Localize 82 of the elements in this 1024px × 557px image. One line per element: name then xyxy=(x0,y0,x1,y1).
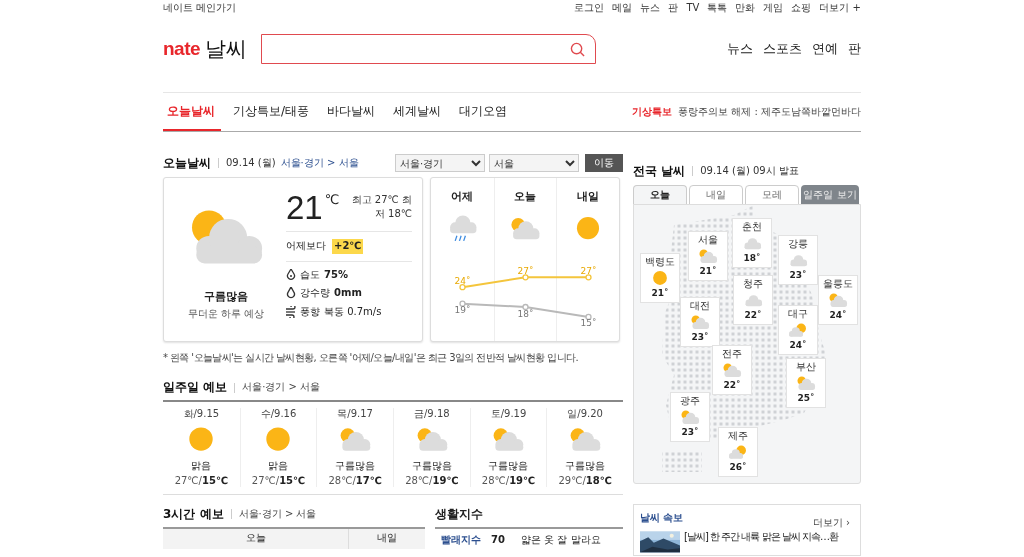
city-temperature: 22˚ xyxy=(723,379,741,391)
value-label: 18˚ xyxy=(517,308,534,319)
day-label: 금/9.18 xyxy=(414,407,450,420)
city-name: 서울 xyxy=(698,234,718,247)
region-text: 서울·경기 > 서울 xyxy=(238,507,317,521)
news-title: 날씨 속보 xyxy=(640,512,684,525)
value-label: 27˚ xyxy=(580,266,597,277)
condition-text: 구름많음 xyxy=(411,460,452,473)
city-name: 전주 xyxy=(722,348,742,361)
date-text: 09.14 (월) xyxy=(226,156,276,170)
temperature-range: 28℃/19℃ xyxy=(481,474,536,487)
city-name: 백령도 xyxy=(645,256,675,269)
detail-label: 습도 xyxy=(300,268,320,281)
city-name: 강릉 xyxy=(788,238,808,251)
city-name: 대구 xyxy=(788,308,808,321)
high-low-text: 최고 27℃ 최저 18℃ xyxy=(350,193,412,221)
date-text: 09.14 (월) 09시 발표 xyxy=(700,164,799,178)
city-temperature: 22˚ xyxy=(744,309,762,321)
section-title: 생활지수 xyxy=(435,505,484,523)
temperature-range: 27℃/15℃ xyxy=(251,474,306,487)
temperature-unit: ℃ xyxy=(324,192,340,209)
temperature-range: 27℃/15℃ xyxy=(174,474,228,487)
condition-text: 맑음 xyxy=(268,460,289,473)
column-header: 내일 xyxy=(348,529,425,549)
alert-label: 기상특보 xyxy=(632,105,673,119)
index-name: 빨래지수 xyxy=(441,534,481,547)
city-name: 제주 xyxy=(728,430,748,443)
day-label: 일/9.20 xyxy=(567,407,603,420)
day-label: 토/9.19 xyxy=(490,407,527,420)
city-temperature: 21˚ xyxy=(651,287,669,299)
condition-text: 구름많음 xyxy=(488,460,529,473)
city-temperature: 23˚ xyxy=(691,331,709,343)
city-name: 청주 xyxy=(743,278,763,291)
day-label: 내일 xyxy=(577,190,600,204)
city-name: 부산 xyxy=(796,361,816,374)
detail-label: 강수량 xyxy=(300,287,330,300)
city-temperature: 24˚ xyxy=(789,339,807,351)
city-name: 광주 xyxy=(680,395,700,408)
city-name: 울릉도 xyxy=(823,278,853,291)
city-name: 춘천 xyxy=(742,221,762,234)
region-text: 서울·경기 > 서울 xyxy=(242,381,321,394)
detail-value: 북동 0.7m/s xyxy=(324,305,382,318)
condition-text: 구름많음 xyxy=(335,460,376,473)
city-temperature: 21˚ xyxy=(699,265,717,277)
city-name: 대전 xyxy=(690,300,710,313)
temperature-range: 28℃/17℃ xyxy=(328,474,382,487)
city-temperature: 18˚ xyxy=(743,252,761,264)
note-text: * 왼쪽 '오늘날씨'는 실시간 날씨현황, 오른쪽 '어제/오늘/내일'은 최근 3일의 전반적 날씨현황 입니다. xyxy=(163,352,580,365)
day-label: 어제 xyxy=(451,190,474,204)
section-title: 일주일 예보 xyxy=(163,380,228,395)
section-title: 전국 날씨 xyxy=(633,163,686,179)
city-temperature: 23˚ xyxy=(681,426,699,438)
condition-text: 구름많음 xyxy=(565,460,606,473)
index-text: 얇은 옷 잘 말라요 xyxy=(521,534,601,547)
day-label: 오늘 xyxy=(514,190,537,204)
day-label: 수/9.16 xyxy=(260,407,297,420)
detail-value: 0mm xyxy=(334,287,362,300)
day-label: 화/9.15 xyxy=(183,407,220,420)
compare-label: 어제보다 xyxy=(286,240,326,253)
section-title: 3시간 예보 xyxy=(163,506,224,522)
city-temperature: 26˚ xyxy=(729,461,747,473)
day-label: 목/9.17 xyxy=(337,407,373,420)
region-text: 서울·경기 > 서울 xyxy=(280,156,359,170)
index-value: 70 xyxy=(491,534,506,547)
city-temperature: 25˚ xyxy=(797,392,815,404)
value-label: 24˚ xyxy=(454,276,471,287)
value-label: 19˚ xyxy=(454,305,471,316)
temperature-range: 29℃/18℃ xyxy=(558,474,612,487)
value-label: 15˚ xyxy=(580,318,597,329)
condition-text: 맑음 xyxy=(191,460,212,473)
condition-text: 구름많음 xyxy=(204,290,248,304)
detail-label: 풍향 xyxy=(300,305,320,318)
section-title: 오늘날씨 xyxy=(163,155,211,171)
value-label: 27˚ xyxy=(517,266,534,277)
temperature-range: 28℃/19℃ xyxy=(405,474,459,487)
city-temperature: 23˚ xyxy=(789,269,807,281)
column-header: 오늘 xyxy=(163,529,348,549)
detail-value: 75% xyxy=(324,268,348,281)
summary-text: 무더운 하루 예상 xyxy=(187,307,265,321)
compare-badge: +2℃ xyxy=(332,239,364,254)
temperature: 21 xyxy=(286,190,323,226)
city-temperature: 24˚ xyxy=(829,309,847,321)
